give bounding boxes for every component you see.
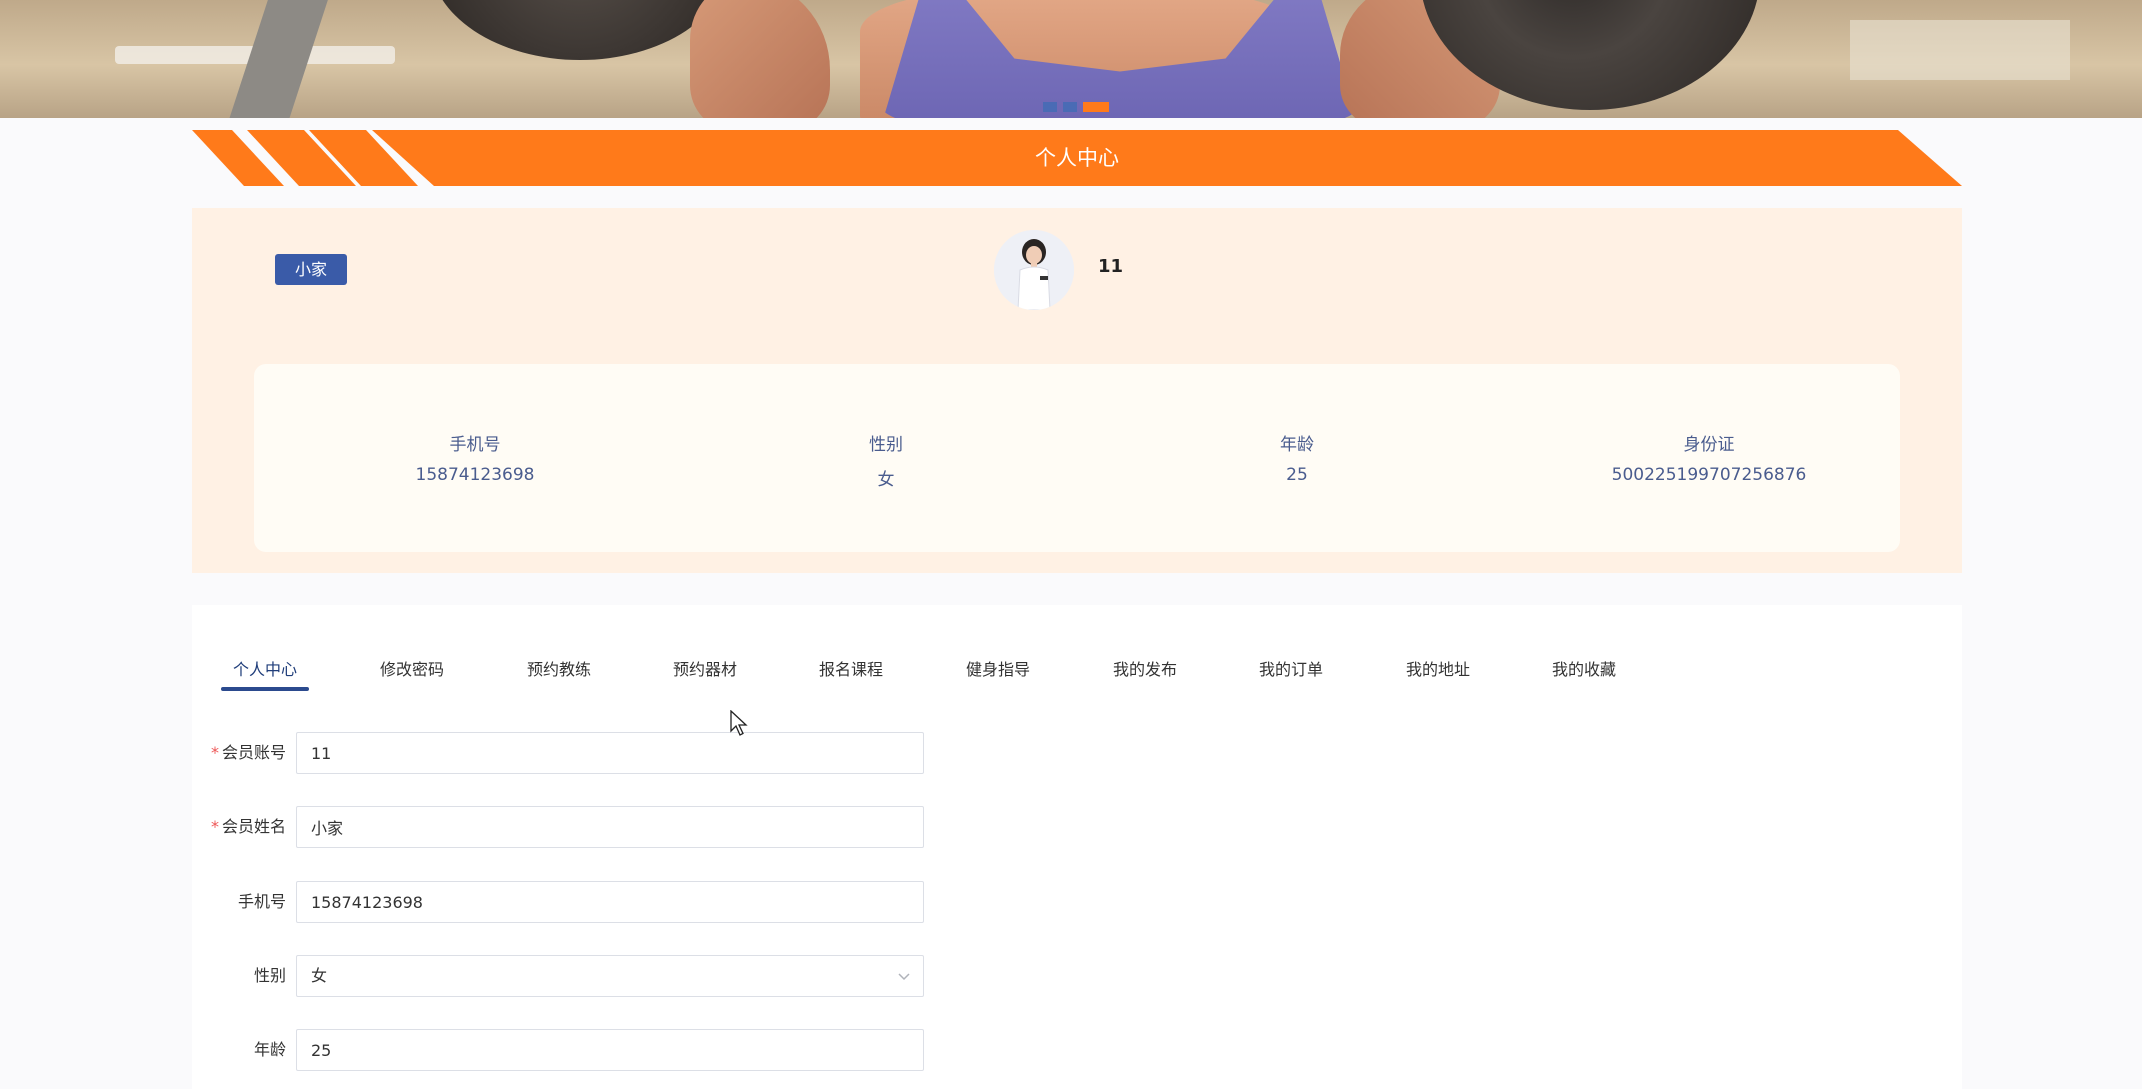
- name-field[interactable]: [296, 806, 924, 848]
- tab-my-addresses[interactable]: 我的地址: [1394, 643, 1482, 697]
- tab-my-orders[interactable]: 我的订单: [1247, 643, 1335, 697]
- tab-book-equipment[interactable]: 预约器材: [661, 643, 749, 697]
- profile-info-box: 手机号 15874123698 性别 女 年龄 25 身份证 500225199…: [254, 364, 1900, 552]
- section-title-ribbon: 个人中心: [192, 130, 1962, 186]
- tab-bar: 个人中心 修改密码 预约教练 预约器材 报名课程 健身指导 我的发布 我的订单 …: [192, 643, 1962, 697]
- form-label-text: 手机号: [237, 892, 286, 911]
- gender-select-value: 女: [311, 966, 328, 985]
- info-phone: 手机号 15874123698: [325, 430, 625, 485]
- info-value: 500225199707256876: [1611, 465, 1807, 485]
- carousel-dot-2[interactable]: [1063, 102, 1077, 112]
- info-label: 性别: [869, 435, 903, 455]
- gender-select[interactable]: 女: [296, 955, 924, 997]
- info-label: 手机号: [449, 435, 501, 455]
- info-gender: 性别 女: [736, 430, 1036, 490]
- tab-change-password[interactable]: 修改密码: [368, 643, 456, 697]
- carousel-indicators: [1043, 102, 1109, 112]
- avatar[interactable]: [994, 230, 1074, 310]
- account-label: 11: [1098, 256, 1124, 277]
- info-label: 年龄: [1280, 435, 1314, 455]
- form-label-account: * 会员账号: [192, 732, 286, 774]
- form-label-text: 会员姓名: [221, 817, 286, 836]
- member-name-badge: 小家: [275, 254, 347, 285]
- info-label: 身份证: [1683, 435, 1735, 455]
- info-value: 15874123698: [415, 465, 535, 485]
- form-label-gender: 性别: [192, 955, 286, 997]
- info-value: 女: [877, 470, 895, 490]
- banner-weight-plate-left: [430, 0, 730, 60]
- user-avatar-icon: [994, 230, 1074, 310]
- form-row-gender: 性别 女: [192, 955, 952, 997]
- form-row-account: * 会员账号: [192, 732, 952, 774]
- carousel-dot-3[interactable]: [1083, 102, 1109, 112]
- carousel-dot-1[interactable]: [1043, 102, 1057, 112]
- tab-personal-center[interactable]: 个人中心: [221, 643, 310, 697]
- tab-my-favorites[interactable]: 我的收藏: [1540, 643, 1628, 697]
- age-field[interactable]: [296, 1029, 924, 1071]
- form-label-name: * 会员姓名: [192, 806, 286, 848]
- banner-arm-left: [690, 0, 830, 118]
- chevron-down-icon: [898, 973, 910, 981]
- phone-field[interactable]: [296, 881, 924, 923]
- info-id-card: 身份证 500225199707256876: [1559, 430, 1859, 485]
- profile-card: 小家 11 手机号 15874123698 性别 女 年龄 25 身份证 500…: [192, 208, 1962, 573]
- form-label-age: 年龄: [192, 1029, 286, 1071]
- section-title: 个人中心: [1035, 146, 1119, 170]
- form-label-phone: 手机号: [192, 881, 286, 923]
- form-label-text: 年龄: [253, 1040, 286, 1059]
- required-mark: *: [210, 817, 219, 836]
- banner-window: [1850, 20, 2070, 80]
- info-age: 年龄 25: [1147, 430, 1447, 485]
- form-row-name: * 会员姓名: [192, 806, 952, 848]
- form-row-phone: 手机号: [192, 881, 952, 923]
- form-label-text: 性别: [253, 966, 286, 985]
- tab-fitness-guidance[interactable]: 健身指导: [954, 643, 1042, 697]
- info-value: 25: [1286, 465, 1308, 485]
- main-panel: 个人中心 修改密码 预约教练 预约器材 报名课程 健身指导 我的发布 我的订单 …: [192, 605, 1962, 1089]
- form-row-age: 年龄: [192, 1029, 952, 1071]
- tab-book-coach[interactable]: 预约教练: [515, 643, 603, 697]
- form-label-text: 会员账号: [221, 743, 286, 762]
- tab-my-posts[interactable]: 我的发布: [1101, 643, 1189, 697]
- tab-enroll-course[interactable]: 报名课程: [807, 643, 895, 697]
- required-mark: *: [210, 743, 219, 762]
- hero-banner: [0, 0, 2142, 118]
- account-field[interactable]: [296, 732, 924, 774]
- mouse-cursor-icon: [730, 710, 748, 736]
